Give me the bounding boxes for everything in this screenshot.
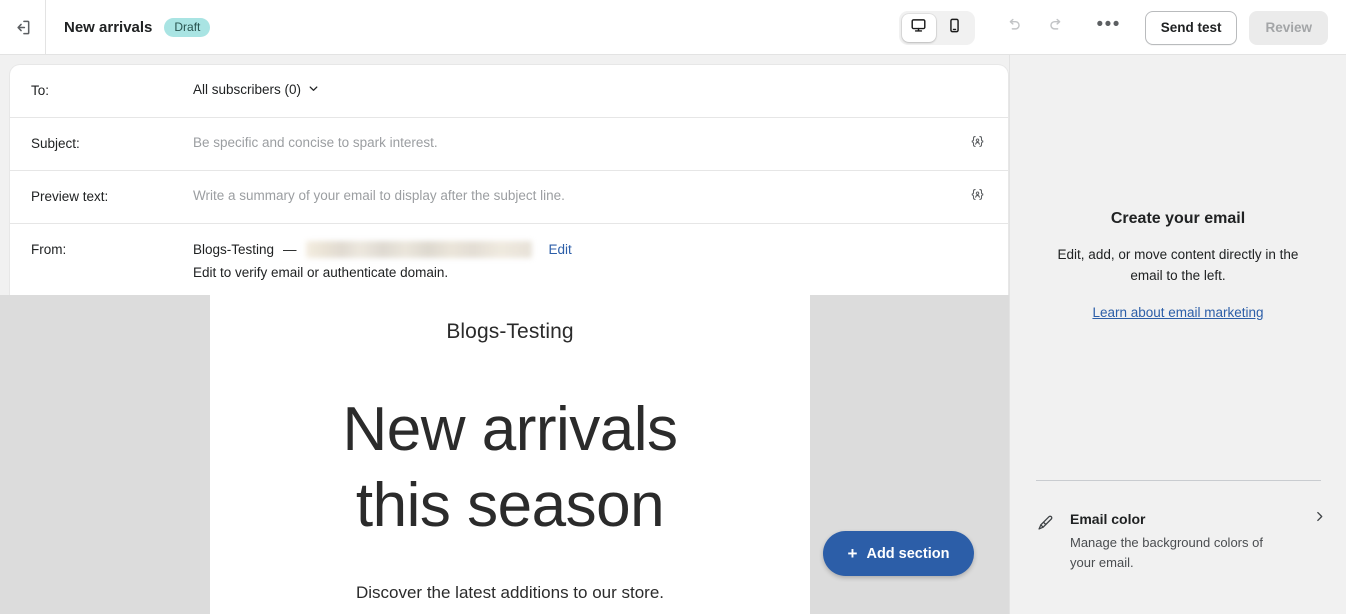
from-spacer — [966, 224, 988, 239]
to-field-row: To: All subscribers (0) — [10, 65, 1008, 118]
right-sidebar: Create your email Edit, add, or move con… — [1009, 55, 1346, 614]
hero-heading-line-2: this season — [355, 470, 665, 540]
email-preview-body[interactable]: Blogs-Testing New arrivals this season D… — [210, 295, 810, 614]
personalization-variable-icon — [969, 133, 986, 155]
email-editor-app: New arrivals Draft ••• Send test Review … — [0, 0, 1346, 614]
add-section-button[interactable]: + Add section — [823, 531, 974, 576]
to-field-value: All subscribers (0) — [193, 65, 966, 113]
toolbar-right-group: ••• Send test Review — [898, 0, 1328, 55]
email-hero-subtext[interactable]: Discover the latest additions to our sto… — [210, 543, 810, 603]
redo-button[interactable] — [1041, 13, 1071, 43]
email-color-title-row: Email color — [1070, 510, 1326, 528]
to-label: To: — [31, 83, 50, 98]
subject-label: Subject: — [31, 136, 80, 151]
from-edit-link[interactable]: Edit — [549, 242, 572, 257]
subject-field-row: Subject: Be specific and concise to spar… — [10, 118, 1008, 171]
sidebar-divider — [1036, 480, 1321, 481]
learn-about-email-marketing-link[interactable]: Learn about email marketing — [1092, 305, 1263, 320]
hero-heading-line-1: New arrivals — [342, 395, 678, 464]
desktop-preview-button[interactable] — [901, 13, 936, 42]
personalization-variable-icon — [969, 186, 986, 208]
sidebar-intro-title: Create your email — [1110, 210, 1246, 227]
email-color-title: Email color — [1070, 511, 1146, 527]
undo-button[interactable] — [999, 13, 1029, 43]
device-preview-toggle — [898, 10, 975, 45]
from-field-row: From: Blogs-Testing — Edit Edit to verif… — [10, 224, 1008, 296]
history-controls — [999, 13, 1071, 43]
from-identity-line: Blogs-Testing — Edit — [193, 241, 572, 258]
from-block: Blogs-Testing — Edit Edit to verify emai… — [193, 241, 572, 280]
from-field-value: Blogs-Testing — Edit Edit to verify emai… — [193, 224, 966, 296]
more-options-button[interactable]: ••• — [1093, 13, 1125, 43]
preview-text-field-row: Preview text: Write a summary of your em… — [10, 171, 1008, 224]
email-color-body: Email color Manage the background colors… — [1070, 510, 1326, 572]
preview-text-variable-button[interactable] — [966, 171, 988, 208]
email-brand-name[interactable]: Blogs-Testing — [210, 295, 810, 344]
from-label: From: — [31, 242, 67, 257]
audience-select-label: All subscribers (0) — [193, 82, 302, 97]
from-verify-note: Edit to verify email or authenticate dom… — [193, 265, 449, 280]
paintbrush-icon — [1036, 510, 1056, 572]
exit-icon[interactable] — [0, 0, 46, 55]
preview-text-input[interactable]: Write a summary of your email to display… — [193, 171, 966, 219]
page-title: New arrivals — [64, 18, 153, 36]
email-hero-heading[interactable]: New arrivals this season — [210, 344, 810, 543]
from-separator: — — [283, 242, 297, 257]
email-color-description: Manage the background colors of your ema… — [1070, 535, 1263, 570]
status-badge: Draft — [164, 17, 211, 37]
to-spacer — [966, 65, 988, 80]
chevron-right-icon — [1313, 510, 1326, 528]
desktop-icon — [910, 17, 927, 39]
sidebar-intro-text: Edit, add, or move content directly in t… — [1057, 247, 1299, 283]
from-sender-name: Blogs-Testing — [193, 242, 275, 257]
add-section-label: Add section — [866, 545, 950, 562]
subject-variable-button[interactable] — [966, 118, 988, 155]
subject-placeholder: Be specific and concise to spark interes… — [193, 135, 438, 150]
ellipsis-icon: ••• — [1096, 13, 1121, 35]
mobile-preview-button[interactable] — [938, 14, 972, 42]
from-email-redacted — [305, 241, 532, 258]
send-test-button[interactable]: Send test — [1144, 10, 1238, 45]
undo-icon — [1005, 16, 1023, 39]
plus-icon: + — [847, 544, 858, 563]
email-header-card: To: All subscribers (0) Subject: Be spec… — [10, 65, 1008, 296]
subject-input[interactable]: Be specific and concise to spark interes… — [193, 118, 966, 166]
toolbar-left-group: New arrivals Draft — [0, 0, 211, 55]
review-button[interactable]: Review — [1249, 10, 1328, 45]
redo-icon — [1047, 16, 1065, 39]
preview-text-label: Preview text: — [31, 189, 109, 204]
sidebar-item-email-color[interactable]: Email color Manage the background colors… — [1036, 510, 1326, 572]
preview-text-placeholder: Write a summary of your email to display… — [193, 188, 565, 203]
mobile-icon — [946, 17, 963, 39]
audience-select[interactable]: All subscribers (0) — [193, 82, 319, 97]
chevron-down-icon — [308, 82, 319, 97]
sidebar-intro: Create your email Edit, add, or move con… — [1010, 55, 1346, 322]
title-group: New arrivals Draft — [46, 17, 211, 37]
top-toolbar: New arrivals Draft ••• Send test Review — [0, 0, 1346, 55]
